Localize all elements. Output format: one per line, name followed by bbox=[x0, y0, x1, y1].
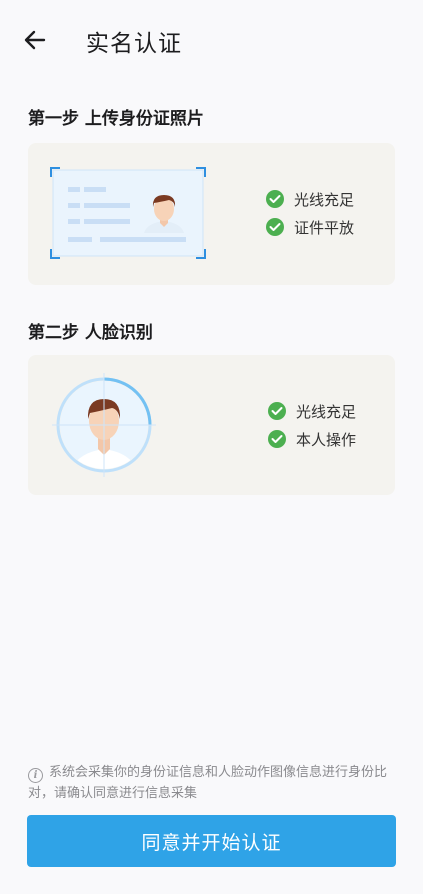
face-recognition-card[interactable]: 光线充足 本人操作 bbox=[28, 355, 395, 495]
check-icon bbox=[268, 402, 286, 420]
step1-title: 第一步 上传身份证照片 bbox=[28, 109, 204, 129]
list-item: 光线充足 bbox=[266, 185, 354, 213]
arrow-left-icon bbox=[24, 30, 46, 50]
check-label: 证件平放 bbox=[294, 218, 355, 237]
check-icon bbox=[266, 190, 284, 208]
top-bar: 实名认证 bbox=[0, 0, 423, 80]
list-item: 光线充足 bbox=[268, 397, 356, 425]
check-icon bbox=[266, 218, 284, 236]
page-title: 实名认证 bbox=[86, 31, 182, 57]
back-button[interactable] bbox=[22, 26, 48, 54]
list-item: 本人操作 bbox=[268, 425, 356, 453]
agree-start-button[interactable]: 同意并开始认证 bbox=[27, 815, 396, 867]
step1-checklist: 光线充足 证件平放 bbox=[266, 185, 354, 241]
list-item: 证件平放 bbox=[266, 213, 354, 241]
info-icon: i bbox=[28, 768, 43, 783]
consent-notice: i 系统会采集你的身份证信息和人脸动作图像信息进行身份比对，请确认同意进行信息采集 bbox=[28, 762, 398, 804]
check-icon bbox=[268, 430, 286, 448]
consent-text: 系统会采集你的身份证信息和人脸动作图像信息进行身份比对，请确认同意进行信息采集 bbox=[28, 765, 388, 801]
id-card-illustration bbox=[50, 167, 206, 259]
check-label: 光线充足 bbox=[296, 402, 357, 421]
step2-title: 第二步 人脸识别 bbox=[28, 323, 153, 343]
check-label: 本人操作 bbox=[296, 430, 357, 449]
step2-checklist: 光线充足 本人操作 bbox=[268, 397, 356, 453]
face-scan-illustration bbox=[52, 373, 156, 477]
check-label: 光线充足 bbox=[294, 190, 355, 209]
id-card-upload-card[interactable]: 光线充足 证件平放 bbox=[28, 143, 395, 285]
